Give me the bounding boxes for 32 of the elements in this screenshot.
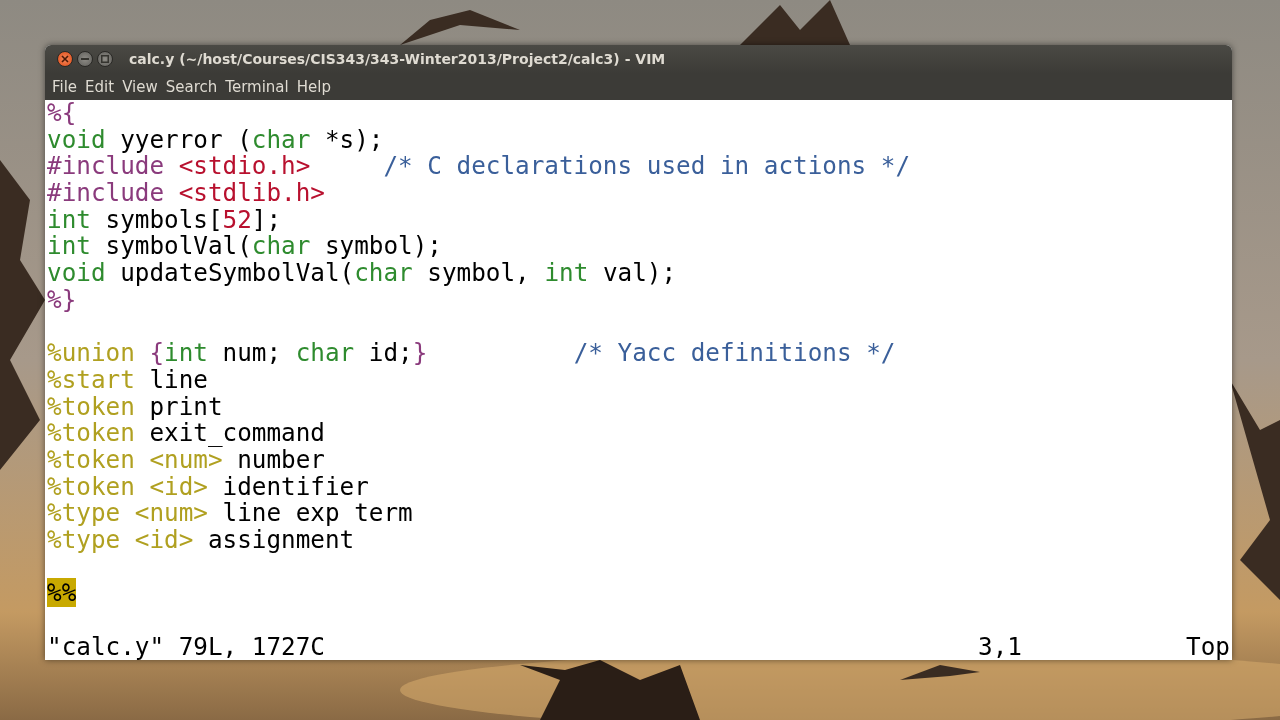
code-line: %} <box>47 286 78 314</box>
cursor-position: 3,1 <box>978 631 1022 660</box>
menu-item[interactable]: View <box>118 77 162 96</box>
window-title: calc.y (~/host/Courses/CIS343/343-Winter2013/Project2/calc3) - VIM <box>129 51 666 67</box>
code-line: %type <num> line exp term <box>47 500 414 527</box>
menu-item[interactable]: Search <box>161 77 222 96</box>
menu-item[interactable]: Terminal <box>221 77 293 96</box>
close-icon <box>61 55 69 63</box>
maximize-icon <box>101 55 109 63</box>
code-line: %union {int num; char id;} /* Yacc definitions */ <box>47 340 897 367</box>
code-line: %token <num> number <box>47 446 326 474</box>
menu-item[interactable]: Help <box>292 77 335 96</box>
code-line: #include <stdlib.h> <box>47 180 326 207</box>
close-button[interactable] <box>57 51 73 67</box>
code-line: %{ <box>47 100 78 127</box>
minimize-button[interactable] <box>77 51 93 67</box>
code-line: %start line <box>47 366 209 394</box>
code-line: %token <id> identifier <box>47 473 370 501</box>
code-line: void yyerror (char *s); <box>47 126 385 154</box>
code-line: %token print <box>47 393 224 421</box>
code-line: void updateSymbolVal(char symbol, int val); <box>47 260 678 287</box>
code-line: %type <id> assignment <box>47 527 356 554</box>
status-message: "calc.y" 79L, 1727C <box>47 631 325 660</box>
scroll-position: Top <box>1186 631 1230 660</box>
code-line: int symbols[52]; <box>47 206 283 234</box>
code-line: %token exit_command <box>47 420 326 447</box>
menu-item[interactable]: File <box>48 77 82 96</box>
menu-item[interactable]: Edit <box>81 77 119 96</box>
code-line: #include <stdio.h> /* C declarations used in actions */ <box>47 153 912 181</box>
minimize-icon <box>81 58 89 60</box>
code-line: int symbolVal(char symbol); <box>47 233 443 261</box>
maximize-button[interactable] <box>97 51 113 67</box>
